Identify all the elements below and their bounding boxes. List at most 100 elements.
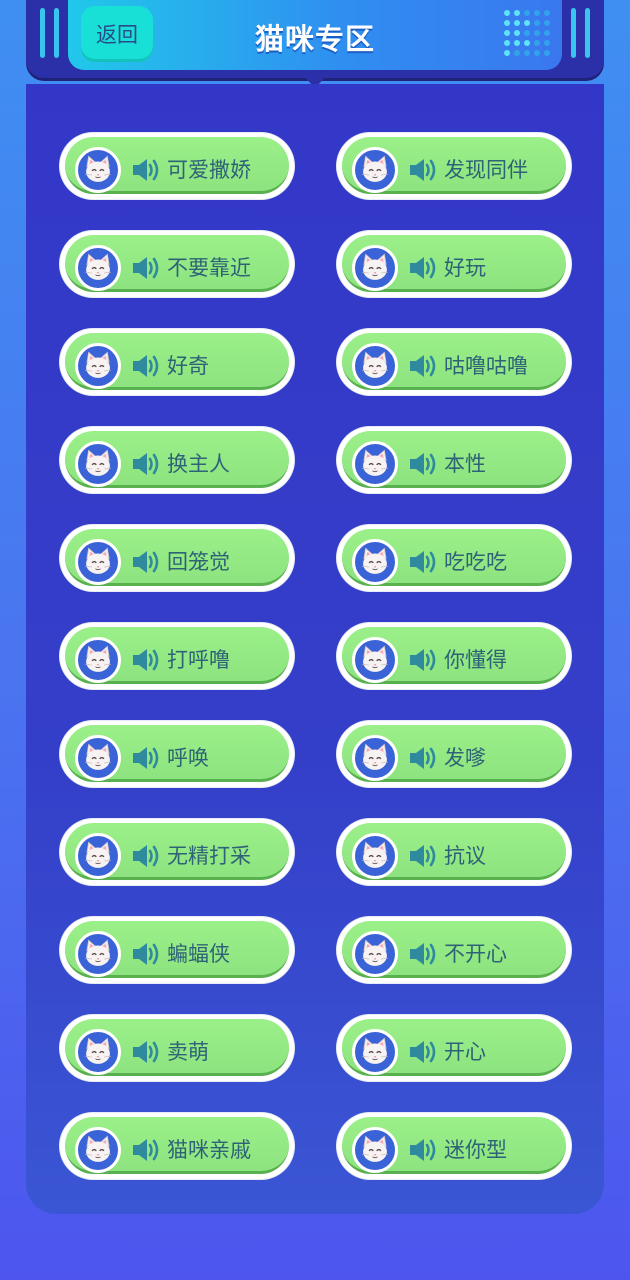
sound-label: 猫咪亲戚: [167, 1138, 251, 1162]
speaker-icon: [133, 355, 159, 377]
sound-button-pill: 开心: [342, 1019, 566, 1076]
sound-button-pill: 本性: [342, 431, 566, 488]
cat-face-icon: [352, 343, 398, 389]
speaker-icon: [410, 747, 436, 769]
sound-button-pill: 可爱撒娇: [65, 137, 289, 194]
sound-button-right-2[interactable]: 好玩: [337, 231, 571, 297]
sound-button-pill: 好玩: [342, 235, 566, 292]
sound-button-left-11[interactable]: 猫咪亲戚: [60, 1113, 294, 1179]
cat-face-icon: [75, 147, 121, 193]
sound-button-pill: 无精打采: [65, 823, 289, 880]
cat-face-icon: [352, 637, 398, 683]
speaker-icon: [410, 845, 436, 867]
sound-button-right-8[interactable]: 抗议: [337, 819, 571, 885]
speaker-icon: [133, 845, 159, 867]
sound-label: 抗议: [444, 844, 486, 868]
speaker-icon: [410, 1041, 436, 1063]
speaker-icon: [133, 943, 159, 965]
sound-label: 本性: [444, 452, 486, 476]
sound-label: 你懂得: [444, 648, 507, 672]
cat-face-icon: [352, 147, 398, 193]
cat-face-icon: [75, 1127, 121, 1173]
sound-button-left-2[interactable]: 不要靠近: [60, 231, 294, 297]
cat-face-icon: [75, 637, 121, 683]
sound-label: 发嗲: [444, 746, 486, 770]
speaker-icon: [133, 257, 159, 279]
sound-label: 不要靠近: [167, 256, 251, 280]
cat-face-icon: [352, 735, 398, 781]
sound-label: 呼唤: [167, 746, 209, 770]
sound-button-right-9[interactable]: 不开心: [337, 917, 571, 983]
sound-label: 不开心: [444, 942, 507, 966]
cat-face-icon: [75, 245, 121, 291]
sound-button-pill: 回笼觉: [65, 529, 289, 586]
sound-button-pill: 猫咪亲戚: [65, 1117, 289, 1174]
sound-button-pill: 抗议: [342, 823, 566, 880]
sound-label: 蝙蝠侠: [167, 942, 230, 966]
cat-face-icon: [75, 441, 121, 487]
speaker-icon: [133, 1041, 159, 1063]
speaker-icon: [133, 1139, 159, 1161]
sound-label: 回笼觉: [167, 550, 230, 574]
sound-button-pill: 呼唤: [65, 725, 289, 782]
speaker-icon: [410, 649, 436, 671]
page-title: 猫咪专区: [254, 22, 375, 56]
cat-face-icon: [352, 1029, 398, 1075]
sound-button-left-3[interactable]: 好奇: [60, 329, 294, 395]
sound-button-right-4[interactable]: 本性: [337, 427, 571, 493]
sound-button-left-6[interactable]: 打呼噜: [60, 623, 294, 689]
sound-button-pill: 打呼噜: [65, 627, 289, 684]
sound-button-right-5[interactable]: 吃吃吃: [337, 525, 571, 591]
sound-button-left-9[interactable]: 蝙蝠侠: [60, 917, 294, 983]
sound-button-pill: 好奇: [65, 333, 289, 390]
sound-label: 换主人: [167, 452, 230, 476]
sound-button-pill: 你懂得: [342, 627, 566, 684]
sound-label: 好奇: [167, 354, 209, 378]
speaker-icon: [410, 159, 436, 181]
speaker-icon: [410, 257, 436, 279]
sound-label: 可爱撒娇: [167, 158, 251, 182]
cat-face-icon: [75, 735, 121, 781]
sound-label: 无精打采: [167, 844, 251, 868]
sound-button-right-11[interactable]: 迷你型: [337, 1113, 571, 1179]
sound-button-pill: 发现同伴: [342, 137, 566, 194]
sound-button-pill: 卖萌: [65, 1019, 289, 1076]
sound-button-right-1[interactable]: 发现同伴: [337, 133, 571, 199]
cat-face-icon: [352, 931, 398, 977]
speaker-icon: [410, 551, 436, 573]
sound-button-left-7[interactable]: 呼唤: [60, 721, 294, 787]
sound-label: 咕噜咕噜: [444, 354, 528, 378]
cat-face-icon: [352, 539, 398, 585]
sound-button-right-10[interactable]: 开心: [337, 1015, 571, 1081]
cat-face-icon: [352, 833, 398, 879]
sound-button-right-3[interactable]: 咕噜咕噜: [337, 329, 571, 395]
sound-button-left-5[interactable]: 回笼觉: [60, 525, 294, 591]
sound-button-left-4[interactable]: 换主人: [60, 427, 294, 493]
sound-button-pill: 不要靠近: [65, 235, 289, 292]
sound-button-left-10[interactable]: 卖萌: [60, 1015, 294, 1081]
speaker-icon: [133, 649, 159, 671]
speaker-icon: [133, 453, 159, 475]
sound-button-right-7[interactable]: 发嗲: [337, 721, 571, 787]
sound-label: 好玩: [444, 256, 486, 280]
speaker-icon: [410, 943, 436, 965]
cat-face-icon: [75, 833, 121, 879]
sound-button-pill: 吃吃吃: [342, 529, 566, 586]
cat-face-icon: [75, 931, 121, 977]
sound-label: 迷你型: [444, 1138, 507, 1162]
sound-button-pill: 换主人: [65, 431, 289, 488]
sound-label: 卖萌: [167, 1040, 209, 1064]
cat-face-icon: [352, 441, 398, 487]
speaker-icon: [133, 159, 159, 181]
sound-button-left-1[interactable]: 可爱撒娇: [60, 133, 294, 199]
sound-button-right-6[interactable]: 你懂得: [337, 623, 571, 689]
sound-button-pill: 咕噜咕噜: [342, 333, 566, 390]
cat-face-icon: [75, 343, 121, 389]
speaker-icon: [410, 453, 436, 475]
sound-label: 吃吃吃: [444, 550, 507, 574]
sound-button-left-8[interactable]: 无精打采: [60, 819, 294, 885]
sound-button-pill: 迷你型: [342, 1117, 566, 1174]
sound-label: 开心: [444, 1040, 486, 1064]
sound-label: 打呼噜: [167, 648, 230, 672]
speaker-icon: [133, 551, 159, 573]
